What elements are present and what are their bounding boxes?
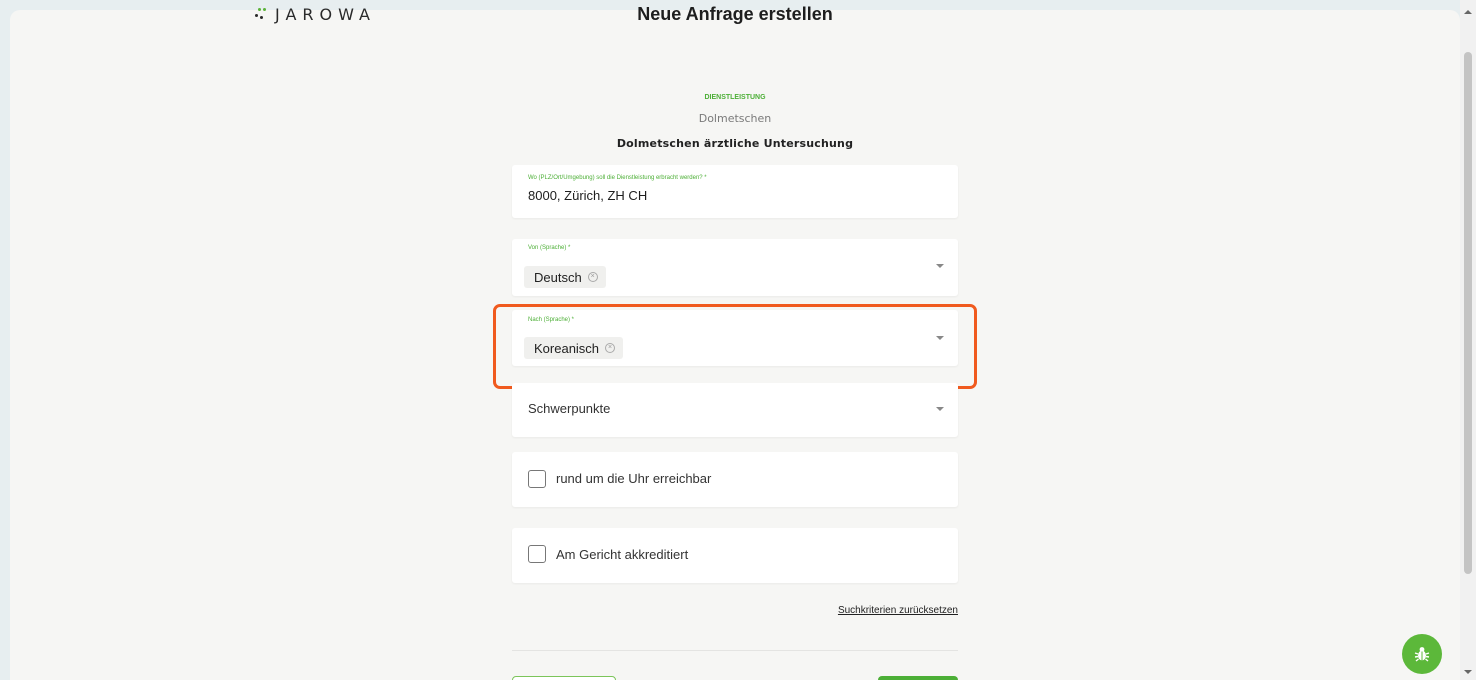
caret-down-icon[interactable] <box>936 264 944 268</box>
location-field[interactable]: Wo (PLZ/Ort/Umgebung) soll die Dienstlei… <box>512 165 958 218</box>
continue-button[interactable] <box>878 676 958 680</box>
focus-placeholder: Schwerpunkte <box>528 401 611 416</box>
focus-select[interactable]: Schwerpunkte <box>512 383 958 437</box>
bug-icon <box>1414 647 1430 662</box>
location-label: Wo (PLZ/Ort/Umgebung) soll die Dienstlei… <box>528 175 707 181</box>
from-language-select[interactable]: Von (Sprache) * Deutsch × <box>512 239 958 296</box>
service-title: Dolmetschen ärztliche Untersuchung <box>616 137 854 150</box>
page-title: Neue Anfrage erstellen <box>637 4 833 24</box>
from-language-chip-label: Deutsch <box>534 269 582 285</box>
scroll-up-icon[interactable] <box>1464 10 1472 14</box>
scrollbar[interactable] <box>1460 0 1476 680</box>
location-input[interactable]: 8000, Zürich, ZH CH <box>528 188 647 203</box>
court-accredited-option[interactable]: Am Gericht akkreditiert <box>512 528 958 583</box>
circle-x-icon[interactable]: × <box>587 272 598 282</box>
around-clock-label: rund um die Uhr erreichbar <box>556 471 712 486</box>
bug-report-button[interactable] <box>1402 634 1442 674</box>
category-value: Dolmetschen <box>698 112 772 125</box>
divider <box>512 650 958 651</box>
from-language-label: Von (Sprache) * <box>528 245 571 251</box>
caret-down-icon[interactable] <box>936 407 944 411</box>
scrollbar-thumb[interactable] <box>1464 52 1472 574</box>
scroll-down-icon[interactable] <box>1464 670 1472 674</box>
court-accredited-label: Am Gericht akkreditiert <box>556 547 689 562</box>
from-language-chip[interactable]: Deutsch × <box>524 266 606 288</box>
around-clock-option[interactable]: rund um die Uhr erreichbar <box>512 452 958 507</box>
around-clock-checkbox[interactable] <box>528 470 546 488</box>
back-button[interactable] <box>512 676 616 680</box>
reset-criteria-link[interactable]: Suchkriterien zurücksetzen <box>838 605 958 616</box>
court-accredited-checkbox[interactable] <box>528 545 546 563</box>
category-label: DIENSTLEISTUNG <box>704 94 766 101</box>
highlight-box <box>493 304 977 389</box>
